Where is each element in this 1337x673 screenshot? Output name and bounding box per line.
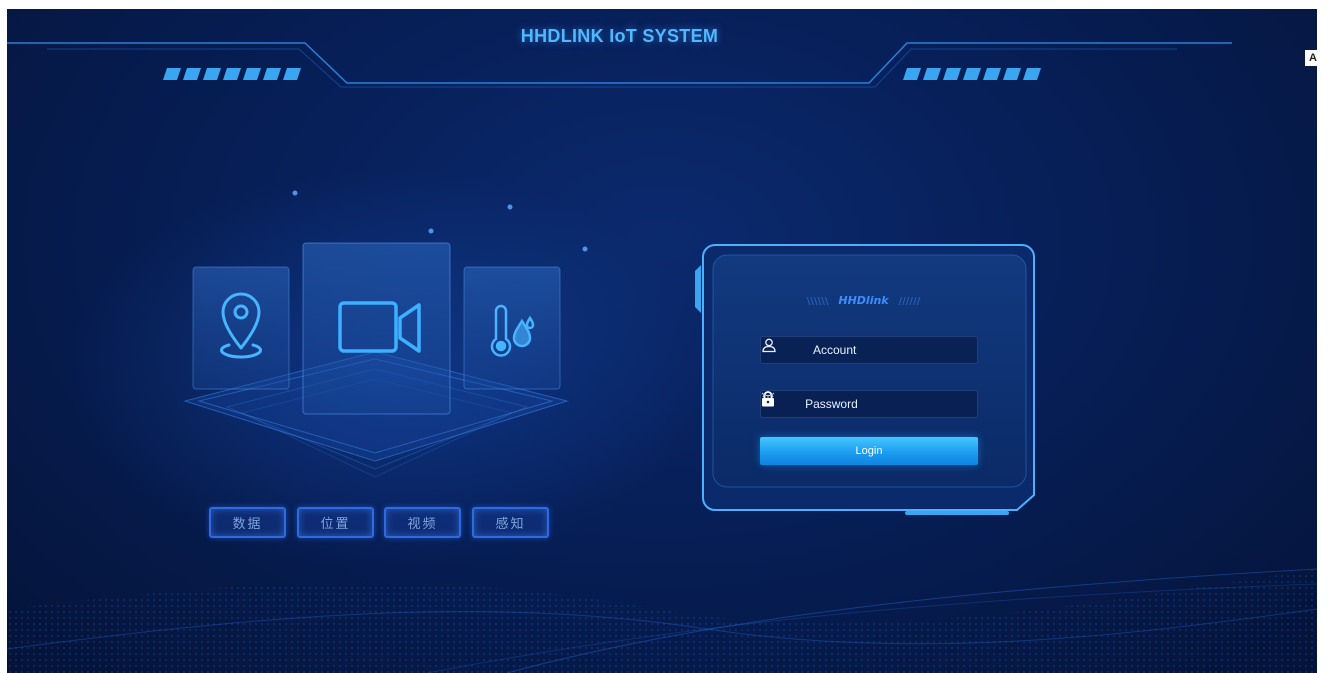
app-title: HHDLINK IoT SYSTEM [520, 26, 719, 46]
brand-right-marks: ////// [898, 296, 921, 307]
translate-icon[interactable]: A [1305, 50, 1321, 66]
tab-location[interactable]: 位置 [297, 507, 374, 538]
login-button[interactable]: Login [760, 437, 978, 465]
tab-data[interactable]: 数据 [209, 507, 286, 538]
lock-icon [762, 391, 795, 413]
eye-closed-icon[interactable] [761, 392, 969, 409]
user-icon [762, 338, 803, 359]
login-card-frame [695, 244, 1035, 515]
brand-name: HHDlink [838, 294, 889, 307]
tab-video[interactable]: 视频 [384, 507, 461, 538]
account-field[interactable] [760, 336, 978, 364]
login-page: HHDLINK IoT SYSTEM 数据 位置 视频 感知 \\\\\\ HH… [7, 9, 1317, 673]
brand-left-marks: \\\\\\ [806, 296, 829, 307]
translate-label: A [1309, 52, 1317, 64]
password-field[interactable] [760, 390, 978, 418]
login-card: \\\\\\ HHDlink ////// Account Login [691, 243, 1036, 518]
account-input[interactable] [803, 343, 977, 357]
header-frame [7, 42, 1232, 88]
login-brand: \\\\\\ HHDlink ////// [691, 294, 1036, 307]
password-input[interactable] [795, 397, 961, 411]
tab-sensing[interactable]: 感知 [472, 507, 549, 538]
